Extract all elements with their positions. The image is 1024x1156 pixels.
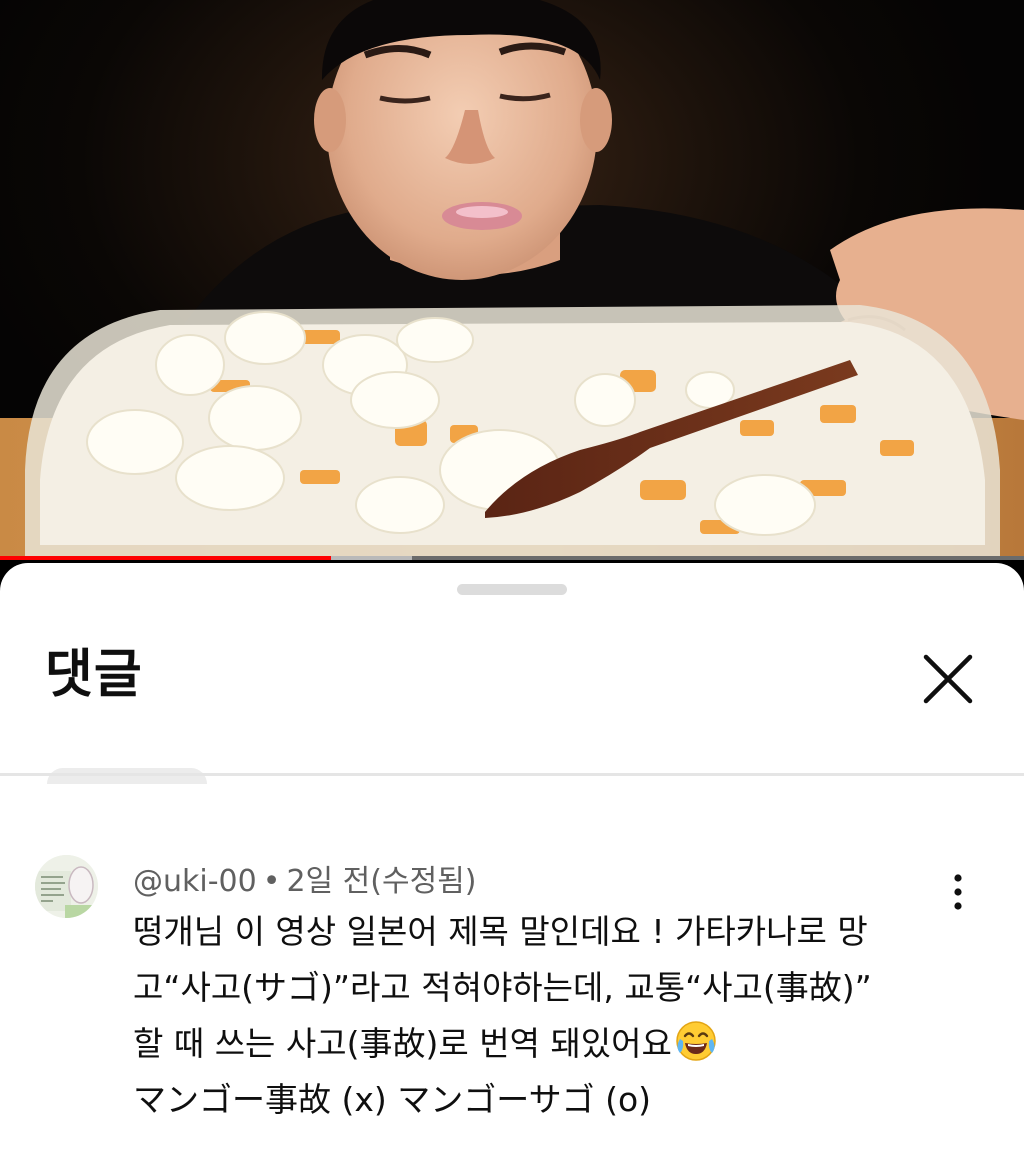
comments-title: 댓글 [45, 645, 143, 705]
comment-line: 할 때 쓰는 사고(事故)로 번역 돼있어요 [133, 1016, 953, 1072]
comment-text: 떵개님 이 영상 일본어 제목 말인데요 ! 가타카나로 망 고“사고(サゴ)”… [133, 904, 953, 1128]
comment-author[interactable]: @uki-00 [133, 864, 257, 899]
avatar-image [35, 855, 98, 918]
laughing-crying-emoji-icon [676, 1021, 716, 1061]
comment-line: 고“사고(サゴ)”라고 적혀야하는데, 교통“사고(事故)” [133, 968, 872, 1007]
video-progress-bar[interactable] [0, 556, 1024, 560]
comments-sheet: 댓글 @uki-00 • 2일 전(수정됨) 떵개님 이 영상 일본어 제목 말… [0, 563, 1024, 1156]
comment-line: 떵개님 이 영상 일본어 제목 말인데요 ! 가타카나로 망 [133, 912, 868, 951]
meta-separator: • [262, 864, 281, 899]
progress-played [0, 556, 331, 560]
header-divider [0, 773, 1024, 776]
comment-line-text: 할 때 쓰는 사고(事故)로 번역 돼있어요 [133, 1024, 672, 1063]
comment-time: 2일 전(수정됨) [286, 864, 477, 899]
close-icon [923, 654, 973, 704]
avatar[interactable] [35, 855, 98, 918]
sort-chip[interactable] [47, 768, 207, 784]
drag-handle[interactable] [457, 584, 567, 595]
video-frame [0, 0, 1024, 560]
close-button[interactable] [916, 647, 980, 711]
video-player[interactable] [0, 0, 1024, 560]
comment-line: マンゴー事故 (x) マンゴーサゴ (o) [133, 1080, 652, 1119]
comment-meta: @uki-00 • 2일 전(수정됨) [133, 856, 476, 900]
